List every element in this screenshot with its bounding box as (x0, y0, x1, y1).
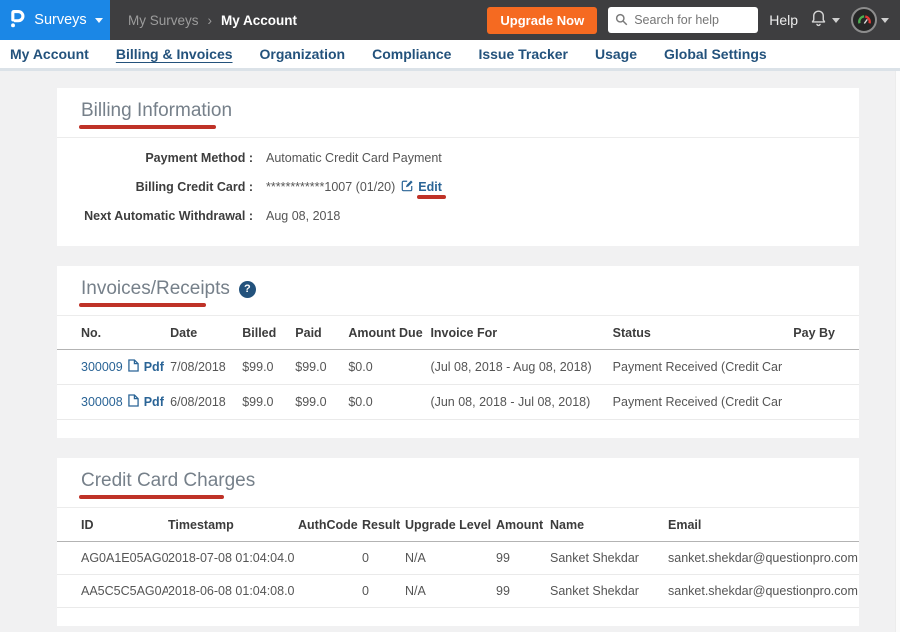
charge-email: sanket.shekdar@questionpro.com (668, 575, 859, 608)
breadcrumb-separator-icon: › (208, 13, 213, 28)
invoices-receipts-card: Invoices/Receipts ? No. Date Billed Paid… (57, 266, 859, 438)
charge-timestamp: 2018-06-08 01:04:08.0 (168, 575, 298, 608)
scrollbar-track[interactable] (895, 71, 900, 632)
invoice-paid: $99.0 (295, 350, 348, 385)
invoice-row: 300009 Pdf 7/08/2018 $99.0 $99.0 $0.0 (J… (57, 350, 859, 385)
gauge-icon (857, 13, 872, 28)
charge-row: AG0A1E05AG0A 2018-07-08 01:04:04.0 0 N/A… (57, 542, 859, 575)
billing-credit-card-value: ************1007 (01/20) (266, 180, 395, 194)
chevron-down-icon (881, 18, 889, 23)
bell-icon (809, 8, 828, 32)
charge-result: 0 (362, 575, 405, 608)
invoice-date: 6/08/2018 (170, 385, 242, 420)
tab-my-account[interactable]: My Account (10, 46, 89, 62)
invoices-table: No. Date Billed Paid Amount Due Invoice … (57, 316, 859, 420)
charge-id: AG0A1E05AG0A (57, 542, 168, 575)
billing-information-card: Billing Information Payment Method : Aut… (57, 88, 859, 246)
charge-name: Sanket Shekdar (550, 575, 668, 608)
next-withdrawal-row: Next Automatic Withdrawal : Aug 08, 2018 (81, 202, 835, 230)
edit-card-link[interactable]: Edit (401, 179, 442, 195)
product-switcher[interactable]: Surveys (0, 0, 110, 40)
annotation-underline (79, 303, 206, 307)
account-menu-button[interactable] (851, 7, 889, 33)
invoice-billed: $99.0 (242, 385, 295, 420)
charge-id: AA5C5C5AG0A (57, 575, 168, 608)
annotation-underline (79, 125, 216, 129)
section-title-invoices-receipts: Invoices/Receipts ? (81, 278, 835, 300)
invoice-billed: $99.0 (242, 350, 295, 385)
charge-email: sanket.shekdar@questionpro.com (668, 542, 859, 575)
invoice-number-link[interactable]: 300009 (81, 360, 123, 374)
invoice-date: 7/08/2018 (170, 350, 242, 385)
next-withdrawal-label: Next Automatic Withdrawal : (81, 209, 253, 223)
billing-page: Billing Information Payment Method : Aut… (0, 71, 900, 626)
invoice-paid: $99.0 (295, 385, 348, 420)
charge-upgrade-level: N/A (405, 542, 496, 575)
edit-icon (401, 179, 414, 195)
invoice-status: Payment Received (Credit Card) (613, 350, 782, 385)
charge-name: Sanket Shekdar (550, 542, 668, 575)
charge-timestamp: 2018-07-08 01:04:04.0 (168, 542, 298, 575)
invoice-row: 300008 Pdf 6/08/2018 $99.0 $99.0 $0.0 (J… (57, 385, 859, 420)
next-withdrawal-value: Aug 08, 2018 (266, 209, 340, 223)
charge-authcode (298, 575, 362, 608)
pdf-icon (128, 359, 139, 375)
help-circle-icon[interactable]: ? (239, 281, 256, 298)
tab-usage[interactable]: Usage (595, 46, 637, 62)
help-link[interactable]: Help (769, 12, 798, 28)
breadcrumb: My Surveys › My Account (128, 13, 297, 28)
section-title-billing-information: Billing Information (81, 100, 835, 122)
topbar-actions: Upgrade Now Help (487, 7, 900, 34)
invoice-amount-due: $0.0 (348, 385, 430, 420)
tab-organization[interactable]: Organization (260, 46, 346, 62)
invoice-pay-by (782, 350, 859, 385)
section-title-credit-card-charges: Credit Card Charges (81, 470, 835, 492)
charges-table: ID Timestamp AuthCode Result Upgrade Lev… (57, 508, 859, 608)
billing-credit-card-label: Billing Credit Card : (81, 180, 253, 194)
invoice-for: (Jun 08, 2018 - Jul 08, 2018) (430, 385, 612, 420)
invoices-header-row: No. Date Billed Paid Amount Due Invoice … (57, 316, 859, 350)
tab-issue-tracker[interactable]: Issue Tracker (478, 46, 568, 62)
charge-upgrade-level: N/A (405, 575, 496, 608)
billing-credit-card-row: Billing Credit Card : ************1007 (… (81, 172, 835, 202)
questionpro-logo-icon (7, 7, 26, 34)
payment-method-label: Payment Method : (81, 151, 253, 165)
charge-result: 0 (362, 542, 405, 575)
upgrade-now-button[interactable]: Upgrade Now (487, 7, 597, 34)
tab-global-settings[interactable]: Global Settings (664, 46, 767, 62)
invoice-amount-due: $0.0 (348, 350, 430, 385)
chevron-down-icon (832, 18, 840, 23)
charges-header-row: ID Timestamp AuthCode Result Upgrade Lev… (57, 508, 859, 542)
invoice-pdf-link[interactable]: Pdf (144, 360, 164, 374)
notifications-button[interactable] (809, 8, 840, 32)
breadcrumb-current: My Account (221, 13, 297, 28)
chevron-down-icon (95, 18, 103, 23)
payment-method-value: Automatic Credit Card Payment (266, 151, 442, 165)
payment-method-row: Payment Method : Automatic Credit Card P… (81, 144, 835, 172)
annotation-underline (79, 495, 224, 499)
account-nav: My Account Billing & Invoices Organizati… (0, 40, 900, 71)
search-input[interactable] (608, 7, 758, 33)
charge-amount: 99 (496, 542, 550, 575)
help-search (608, 7, 758, 33)
tab-compliance[interactable]: Compliance (372, 46, 451, 62)
breadcrumb-parent[interactable]: My Surveys (128, 13, 199, 28)
top-bar: Surveys My Surveys › My Account Upgrade … (0, 0, 900, 40)
pdf-icon (128, 394, 139, 410)
annotation-underline (417, 195, 446, 199)
invoice-number-link[interactable]: 300008 (81, 395, 123, 409)
charge-amount: 99 (496, 575, 550, 608)
invoice-pdf-link[interactable]: Pdf (144, 395, 164, 409)
charge-row: AA5C5C5AG0A 2018-06-08 01:04:08.0 0 N/A … (57, 575, 859, 608)
tab-billing-invoices[interactable]: Billing & Invoices (116, 46, 233, 62)
invoice-for: (Jul 08, 2018 - Aug 08, 2018) (430, 350, 612, 385)
credit-card-charges-card: Credit Card Charges ID Timestamp AuthCod… (57, 458, 859, 626)
product-label: Surveys (34, 12, 86, 28)
avatar (851, 7, 877, 33)
invoice-status: Payment Received (Credit Card) (613, 385, 782, 420)
search-icon (615, 13, 628, 31)
charge-authcode (298, 542, 362, 575)
invoice-pay-by (782, 385, 859, 420)
